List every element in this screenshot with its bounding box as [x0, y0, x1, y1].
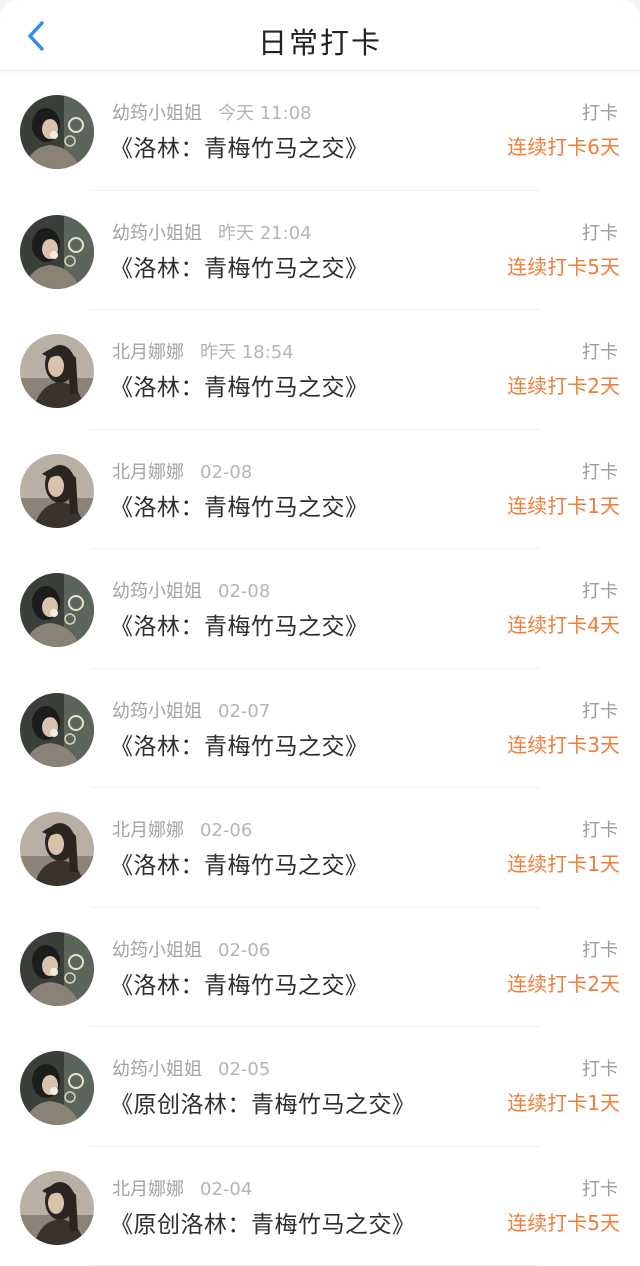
- post-time: 02-05: [218, 1059, 270, 1080]
- entry-type: 打卡: [582, 219, 618, 245]
- book-title[interactable]: 《洛林：青梅竹马之交》: [110, 368, 369, 402]
- user-name[interactable]: 北月娜娜: [112, 342, 184, 363]
- entry-type: 打卡: [582, 936, 618, 962]
- entry-meta: 幼筠小姐姐 02-05: [112, 1055, 270, 1081]
- entry-meta: 幼筠小姐姐 02-06: [112, 936, 270, 962]
- post-time: 02-08: [200, 462, 252, 483]
- checkin-row[interactable]: 北月娜娜 02-04 《原创洛林：青梅竹马之交》 打卡 连续打卡5天: [0, 1147, 640, 1266]
- streak-count: 连续打卡5天: [507, 251, 620, 280]
- book-title[interactable]: 《洛林：青梅竹马之交》: [110, 727, 369, 761]
- book-title[interactable]: 《原创洛林：青梅竹马之交》: [110, 1205, 416, 1239]
- avatar[interactable]: [20, 812, 94, 886]
- streak-count: 连续打卡2天: [507, 370, 620, 399]
- entry-meta: 幼筠小姐姐 02-08: [112, 577, 270, 603]
- checkin-row[interactable]: 幼筠小姐姐 02-08 《洛林：青梅竹马之交》 打卡 连续打卡4天: [0, 549, 640, 669]
- avatar[interactable]: [20, 932, 94, 1006]
- book-title[interactable]: 《原创洛林：青梅竹马之交》: [110, 1085, 416, 1119]
- user-name[interactable]: 幼筠小姐姐: [112, 940, 202, 961]
- entry-meta: 北月娜娜 02-06: [112, 816, 252, 842]
- user-name[interactable]: 北月娜娜: [112, 820, 184, 841]
- user-name[interactable]: 幼筠小姐姐: [112, 223, 202, 244]
- checkin-row[interactable]: 幼筠小姐姐今天 11:08 《洛林：青梅竹马之交》 打卡 连续打卡6天: [0, 71, 640, 191]
- entry-meta: 北月娜娜 02-04: [112, 1175, 252, 1201]
- user-name[interactable]: 幼筠小姐姐: [112, 1059, 202, 1080]
- post-time: 02-08: [218, 581, 270, 602]
- checkin-row[interactable]: 北月娜娜 02-06 《洛林：青梅竹马之交》 打卡 连续打卡1天: [0, 788, 640, 908]
- entry-meta: 幼筠小姐姐 02-07: [112, 697, 270, 723]
- avatar[interactable]: [20, 95, 94, 169]
- user-name[interactable]: 幼筠小姐姐: [112, 103, 202, 124]
- post-time: 昨天 21:04: [218, 223, 312, 244]
- top-bar: 日常打卡: [0, 0, 640, 71]
- entry-type: 打卡: [582, 1175, 618, 1201]
- entry-meta: 幼筠小姐姐昨天 21:04: [112, 219, 312, 245]
- entry-type: 打卡: [582, 1055, 618, 1081]
- streak-count: 连续打卡1天: [507, 490, 620, 519]
- avatar[interactable]: [20, 573, 94, 647]
- streak-count: 连续打卡5天: [507, 1207, 620, 1236]
- checkin-row[interactable]: 北月娜娜昨天 18:54 《洛林：青梅竹马之交》 打卡 连续打卡2天: [0, 310, 640, 430]
- avatar[interactable]: [20, 454, 94, 528]
- checkin-row[interactable]: 幼筠小姐姐 02-07 《洛林：青梅竹马之交》 打卡 连续打卡3天: [0, 669, 640, 789]
- post-time: 02-07: [218, 701, 270, 722]
- book-title[interactable]: 《洛林：青梅竹马之交》: [110, 966, 369, 1000]
- user-name[interactable]: 北月娜娜: [112, 462, 184, 483]
- entry-type: 打卡: [582, 816, 618, 842]
- streak-count: 连续打卡1天: [507, 1087, 620, 1116]
- entry-type: 打卡: [582, 338, 618, 364]
- book-title[interactable]: 《洛林：青梅竹马之交》: [110, 846, 369, 880]
- entry-type: 打卡: [582, 99, 618, 125]
- post-time: 02-06: [218, 940, 270, 961]
- user-name[interactable]: 幼筠小姐姐: [112, 581, 202, 602]
- post-time: 今天 11:08: [218, 103, 312, 124]
- user-name[interactable]: 幼筠小姐姐: [112, 701, 202, 722]
- checkin-list: 幼筠小姐姐今天 11:08 《洛林：青梅竹马之交》 打卡 连续打卡6天 幼筠小姐…: [0, 71, 640, 1266]
- streak-count: 连续打卡1天: [507, 848, 620, 877]
- streak-count: 连续打卡4天: [507, 609, 620, 638]
- book-title[interactable]: 《洛林：青梅竹马之交》: [110, 488, 369, 522]
- entry-type: 打卡: [582, 577, 618, 603]
- post-time: 02-04: [200, 1179, 252, 1200]
- streak-count: 连续打卡3天: [507, 729, 620, 758]
- checkin-row[interactable]: 幼筠小姐姐昨天 21:04 《洛林：青梅竹马之交》 打卡 连续打卡5天: [0, 191, 640, 311]
- entry-meta: 幼筠小姐姐今天 11:08: [112, 99, 312, 125]
- book-title[interactable]: 《洛林：青梅竹马之交》: [110, 129, 369, 163]
- avatar[interactable]: [20, 1051, 94, 1125]
- avatar[interactable]: [20, 1171, 94, 1245]
- checkin-row[interactable]: 北月娜娜 02-08 《洛林：青梅竹马之交》 打卡 连续打卡1天: [0, 430, 640, 550]
- checkin-row[interactable]: 幼筠小姐姐 02-05 《原创洛林：青梅竹马之交》 打卡 连续打卡1天: [0, 1027, 640, 1147]
- avatar[interactable]: [20, 334, 94, 408]
- avatar[interactable]: [20, 215, 94, 289]
- page-title: 日常打卡: [0, 20, 640, 62]
- checkin-row[interactable]: 幼筠小姐姐 02-06 《洛林：青梅竹马之交》 打卡 连续打卡2天: [0, 908, 640, 1028]
- entry-meta: 北月娜娜昨天 18:54: [112, 338, 294, 364]
- streak-count: 连续打卡2天: [507, 968, 620, 997]
- entry-type: 打卡: [582, 458, 618, 484]
- streak-count: 连续打卡6天: [507, 131, 620, 160]
- post-time: 02-06: [200, 820, 252, 841]
- user-name[interactable]: 北月娜娜: [112, 1179, 184, 1200]
- post-time: 昨天 18:54: [200, 342, 294, 363]
- book-title[interactable]: 《洛林：青梅竹马之交》: [110, 607, 369, 641]
- avatar[interactable]: [20, 693, 94, 767]
- entry-type: 打卡: [582, 697, 618, 723]
- entry-meta: 北月娜娜 02-08: [112, 458, 252, 484]
- book-title[interactable]: 《洛林：青梅竹马之交》: [110, 249, 369, 283]
